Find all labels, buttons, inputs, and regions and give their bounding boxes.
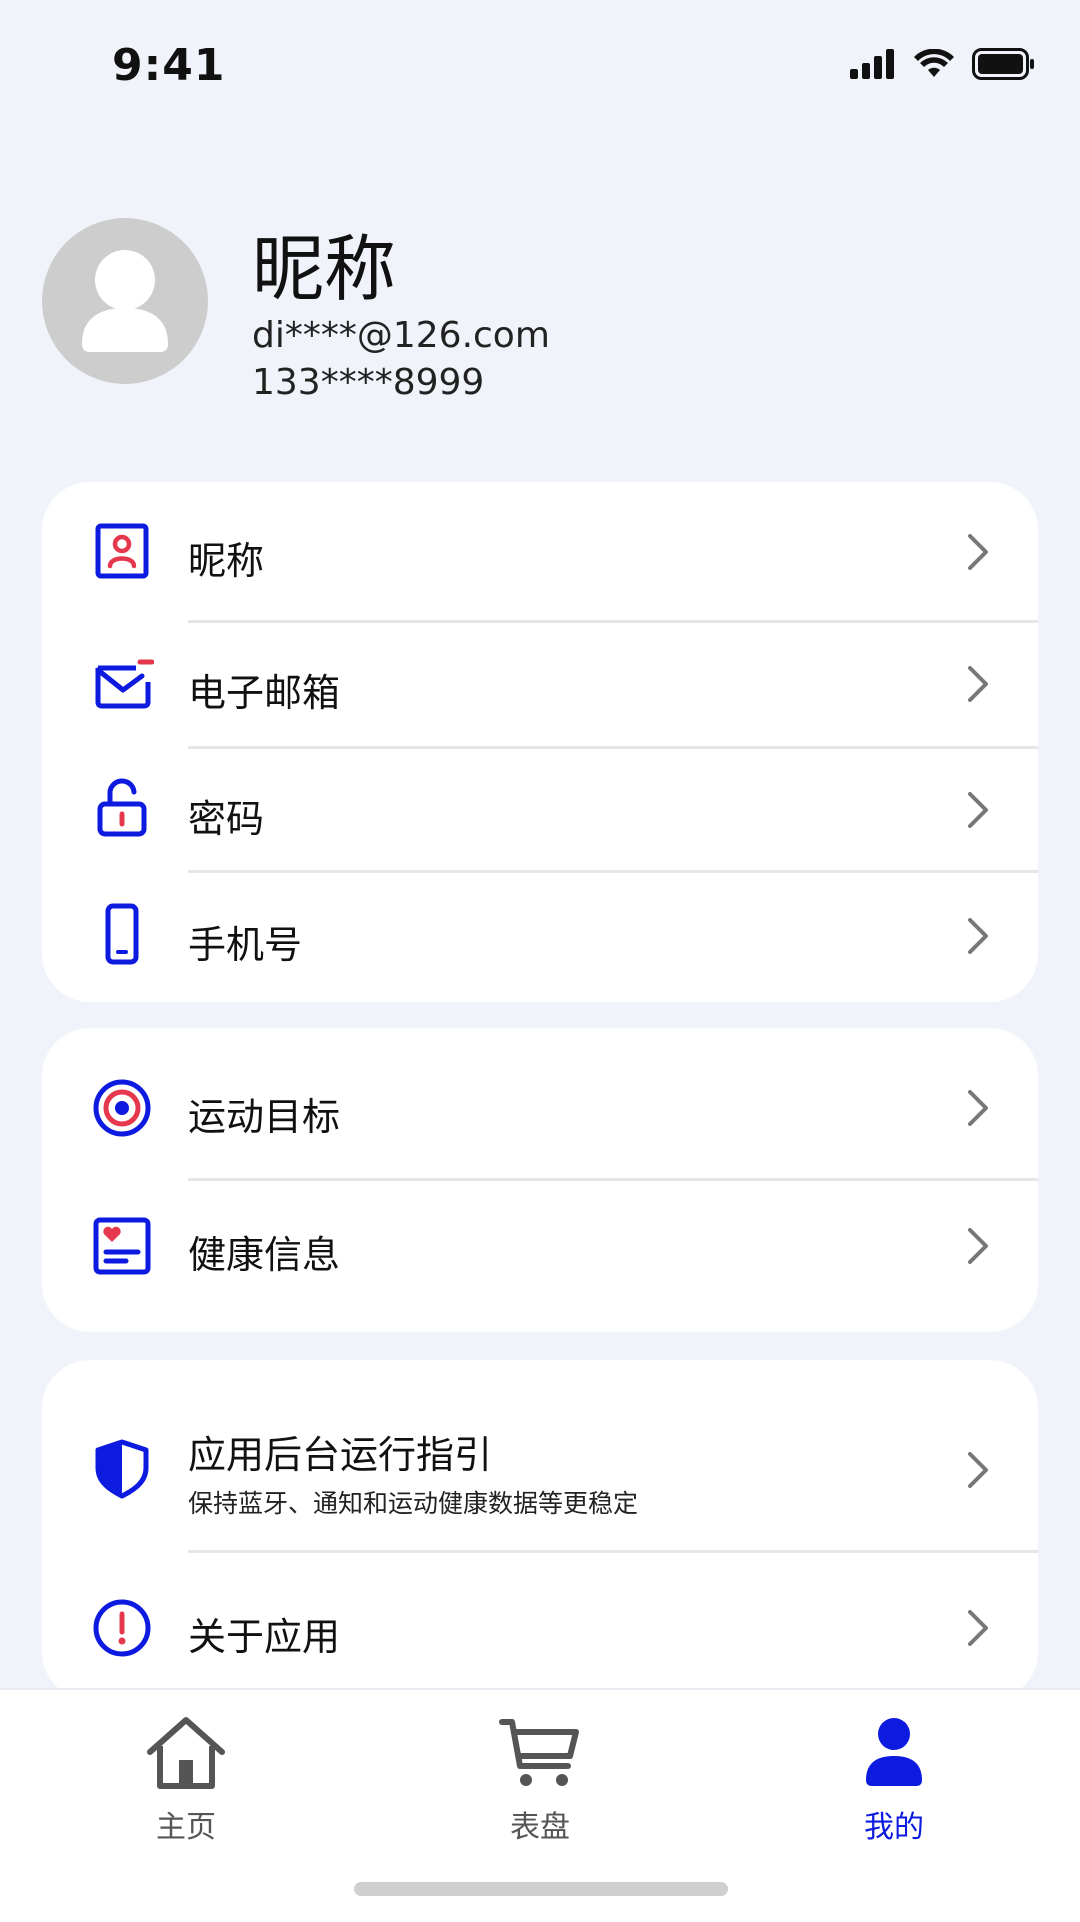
chevron-right-icon — [968, 666, 988, 702]
chevron-right-icon — [968, 918, 988, 954]
shield-icon — [95, 1439, 149, 1499]
menu-item-subtitle: 保持蓝牙、通知和运动健康数据等更稳定 — [188, 1489, 639, 1518]
menu-item-label: 健康信息 — [188, 1233, 341, 1277]
menu-item-about[interactable]: 关于应用 — [42, 1552, 1038, 1700]
app-settings-card: 应用后台运行指引 保持蓝牙、通知和运动健康数据等更稳定 关于应用 — [42, 1360, 1038, 1700]
chevron-right-icon — [968, 1452, 988, 1488]
tab-label: 主页 — [156, 1810, 216, 1845]
health-card-icon — [93, 1217, 151, 1275]
chevron-right-icon — [968, 1610, 988, 1646]
menu-item-nickname[interactable]: 昵称 — [42, 482, 1038, 622]
status-bar: 9:41 — [0, 0, 1080, 130]
profile-phone: 133****8999 — [252, 362, 485, 403]
user-silhouette-icon — [82, 250, 168, 352]
menu-item-label: 手机号 — [188, 923, 303, 967]
tab-label: 表盘 — [510, 1810, 570, 1845]
target-icon — [93, 1079, 151, 1137]
home-icon — [147, 1717, 225, 1789]
menu-item-exercise-goal[interactable]: 运动目标 — [42, 1028, 1038, 1178]
status-time: 9:41 — [112, 40, 226, 91]
avatar[interactable] — [42, 218, 208, 384]
mail-icon — [95, 659, 154, 709]
home-indicator — [354, 1882, 728, 1896]
phone-icon — [105, 903, 139, 965]
health-settings-card: 运动目标 健康信息 — [42, 1028, 1038, 1332]
wifi-icon — [914, 49, 954, 77]
menu-item-email[interactable]: 电子邮箱 — [42, 622, 1038, 748]
chevron-right-icon — [968, 534, 988, 570]
unlock-icon — [97, 778, 147, 837]
account-settings-card: 昵称 电子邮箱 密码 手机号 — [42, 482, 1038, 1002]
cart-icon — [499, 1719, 579, 1786]
info-icon — [93, 1599, 151, 1657]
menu-item-label: 电子邮箱 — [188, 671, 341, 715]
menu-item-phone[interactable]: 手机号 — [42, 872, 1038, 1002]
chevron-right-icon — [968, 1090, 988, 1126]
user-badge-icon — [95, 523, 149, 579]
cellular-signal-icon — [850, 49, 894, 79]
profile-email: di****@126.com — [252, 315, 550, 356]
battery-icon — [972, 48, 1034, 80]
menu-item-background-guide[interactable]: 应用后台运行指引 保持蓝牙、通知和运动健康数据等更稳定 — [42, 1360, 1038, 1550]
tab-watchface[interactable]: 表盘 — [430, 1714, 650, 1854]
menu-item-label: 应用后台运行指引 — [188, 1433, 493, 1477]
status-icons — [850, 48, 1036, 80]
chevron-right-icon — [968, 1228, 988, 1264]
menu-item-label: 运动目标 — [188, 1095, 341, 1139]
menu-item-label: 昵称 — [188, 539, 265, 583]
menu-item-password[interactable]: 密码 — [42, 748, 1038, 872]
person-icon — [866, 1718, 922, 1786]
menu-item-health-info[interactable]: 健康信息 — [42, 1180, 1038, 1332]
tab-me[interactable]: 我的 — [784, 1714, 1004, 1854]
profile-nickname: 昵称 — [252, 227, 397, 311]
profile-header[interactable]: 昵称 di****@126.com 133****8999 — [0, 200, 1080, 430]
tab-home[interactable]: 主页 — [76, 1714, 296, 1854]
chevron-right-icon — [968, 792, 988, 828]
tab-label: 我的 — [864, 1810, 924, 1845]
menu-item-label: 关于应用 — [188, 1615, 341, 1659]
menu-item-label: 密码 — [188, 797, 265, 841]
